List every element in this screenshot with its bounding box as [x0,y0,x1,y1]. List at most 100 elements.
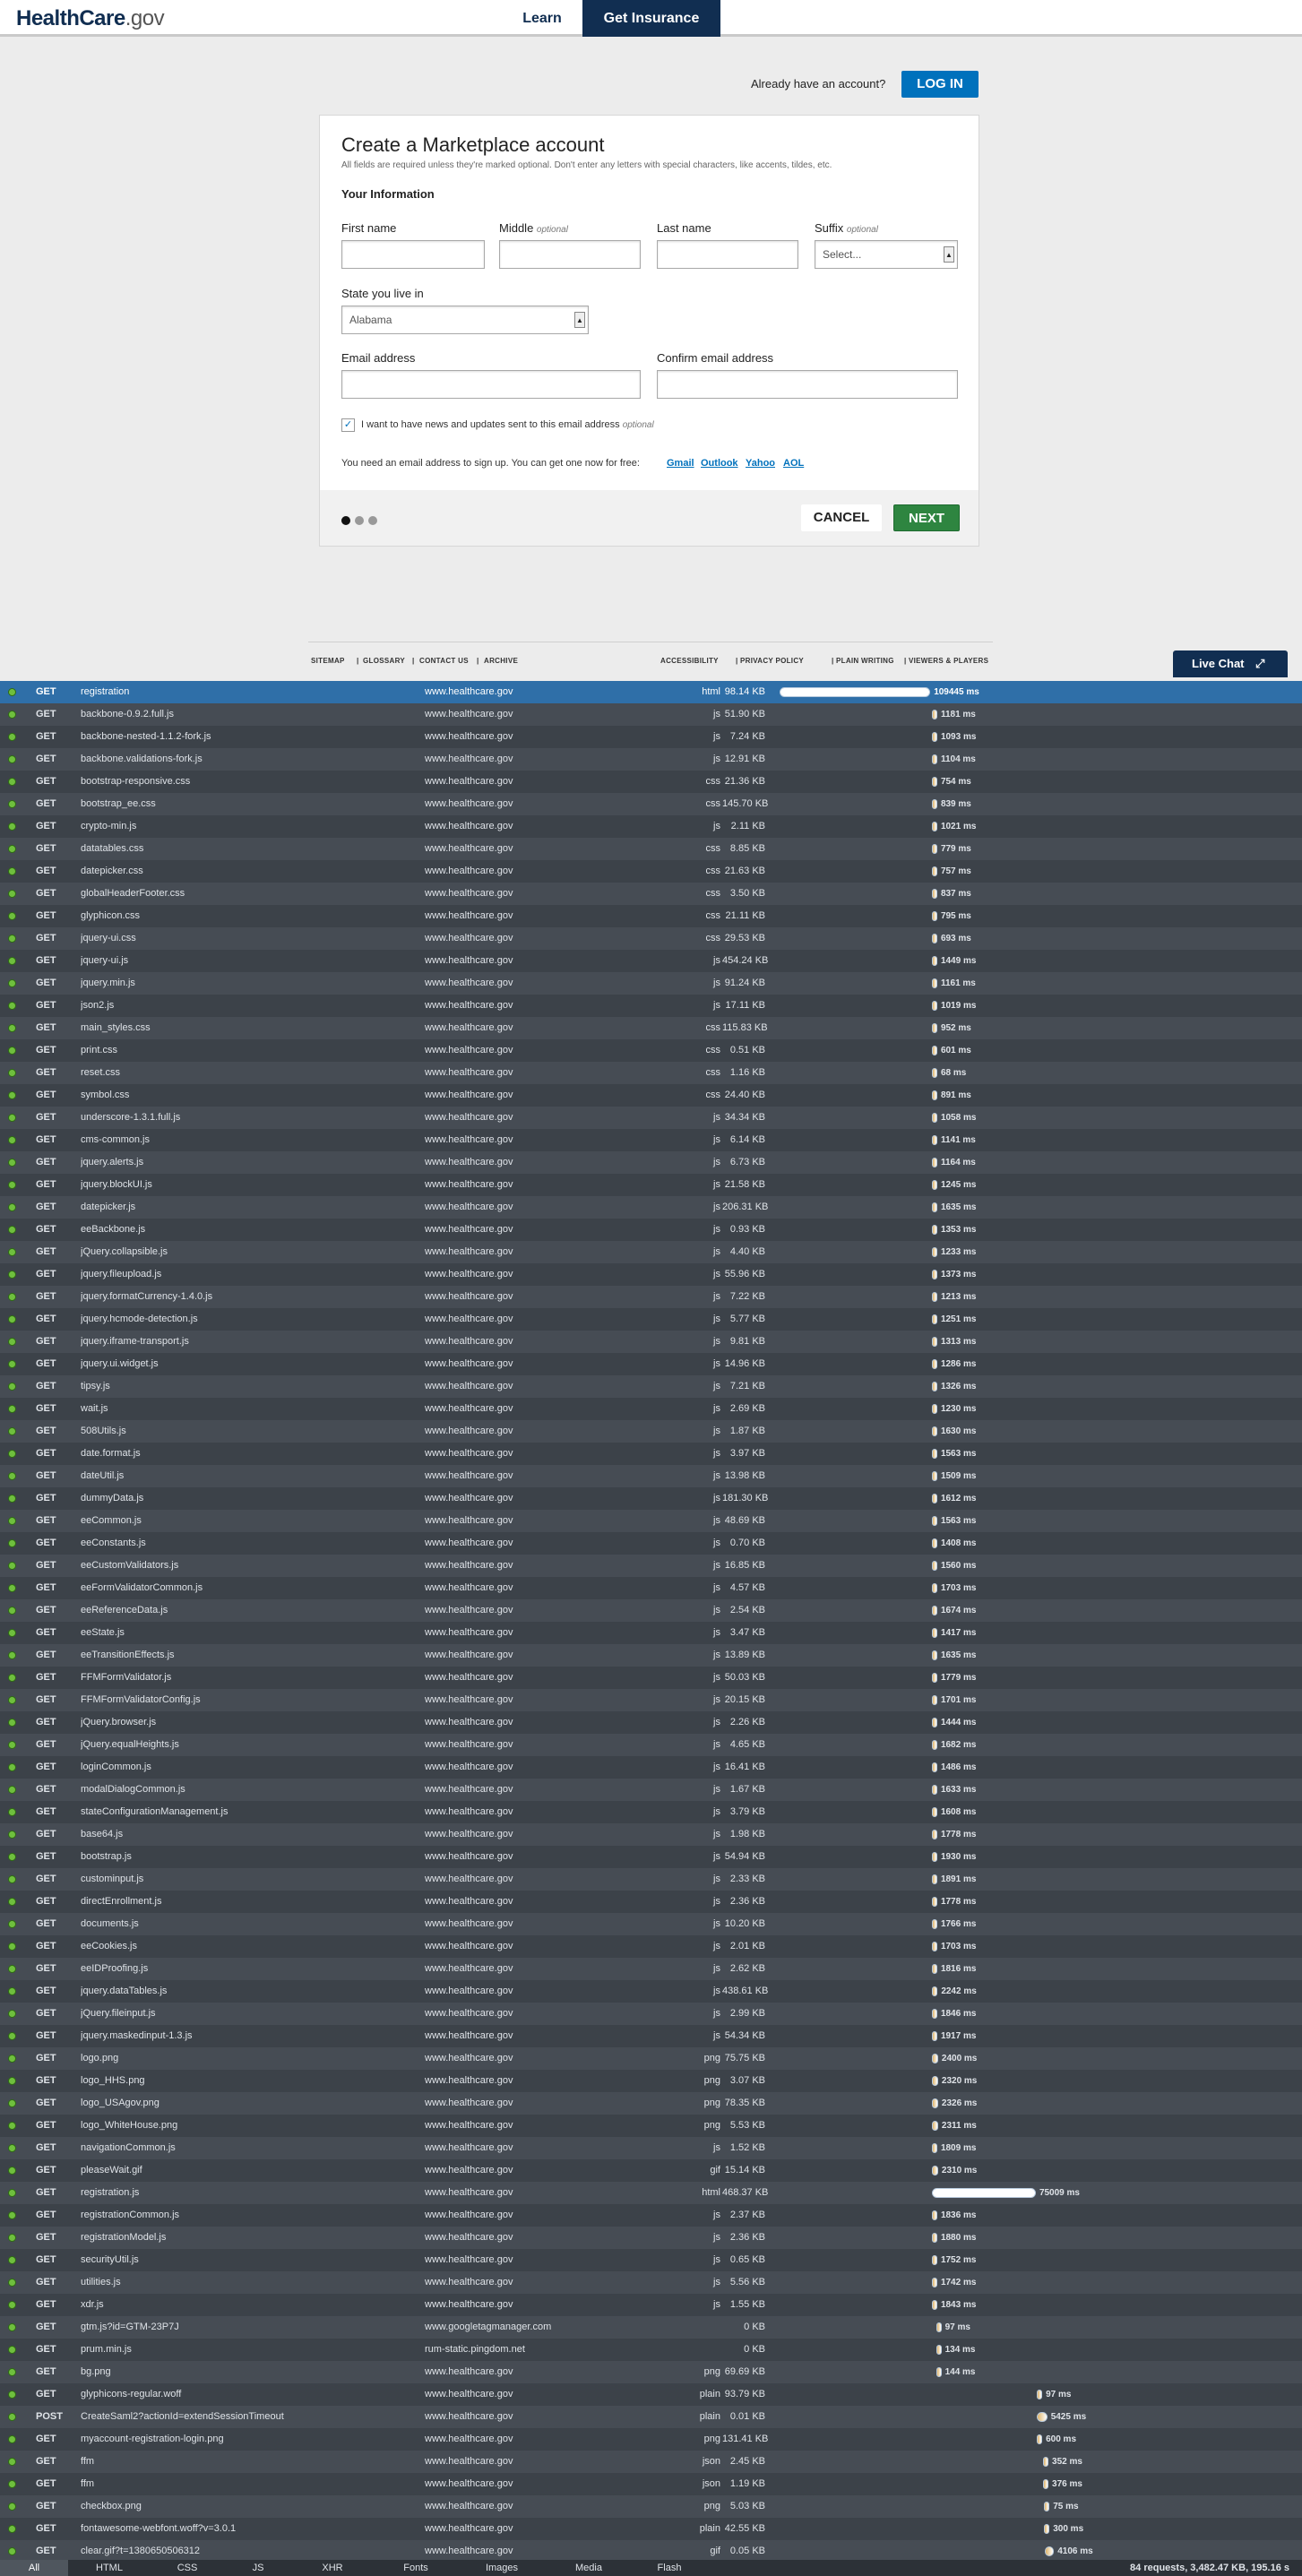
footer-link[interactable]: GLOSSARY [363,657,405,665]
request-file[interactable]: utilities.js [81,2271,412,2294]
footer-link[interactable]: PRIVACY POLICY [740,657,804,665]
network-row[interactable]: GET jquery-ui.js www.healthcare.gov js 454.2… [0,950,1302,972]
request-file[interactable]: jquery.fileupload.js [81,1263,412,1286]
network-row[interactable]: GET backbone-nested-1.1.2-fork.js www.heal… [0,726,1302,748]
request-file[interactable]: bg.png [81,2361,412,2383]
request-file[interactable]: 508Utils.js [81,1420,412,1443]
network-row[interactable]: GET 508Utils.js www.healthcare.gov js 1.87 K… [0,1420,1302,1443]
network-row[interactable]: GET dummyData.js www.healthcare.gov js 181.3… [0,1487,1302,1510]
network-row[interactable]: GET datatables.css www.healthcare.gov css 8.… [0,838,1302,860]
outlook-link[interactable]: Outlook [701,458,738,469]
request-file[interactable]: eeBackbone.js [81,1219,412,1241]
request-file[interactable]: bootstrap-responsive.css [81,771,412,793]
network-row[interactable]: GET datepicker.js www.healthcare.gov js 206.… [0,1196,1302,1219]
network-row[interactable]: GET securityUtil.js www.healthcare.gov js 0.… [0,2249,1302,2271]
network-row[interactable]: GET jquery.min.js www.healthcare.gov js 91.2… [0,972,1302,995]
request-file[interactable]: eeFormValidatorCommon.js [81,1577,412,1599]
request-file[interactable]: wait.js [81,1398,412,1420]
network-request-list[interactable]: GET registration www.healthcare.gov html 98.… [0,681,1302,2560]
network-row[interactable]: GET checkbox.png www.healthcare.gov png 5.03… [0,2495,1302,2518]
newsletter-checkbox[interactable]: ✓ [341,418,355,432]
request-file[interactable]: FFMFormValidator.js [81,1667,412,1689]
request-file[interactable]: CreateSaml2?actionId=extendSessionTimeou… [81,2406,412,2428]
first-name-input[interactable] [341,240,485,269]
request-file[interactable]: jquery.dataTables.js [81,1980,412,2003]
network-row[interactable]: GET xdr.js www.healthcare.gov js 1.55 KB 1843… [0,2294,1302,2316]
request-file[interactable]: registration.js [81,2182,412,2204]
network-row[interactable]: GET jquery.maskedinput-1.3.js www.healthca… [0,2025,1302,2047]
network-row[interactable]: GET json2.js www.healthcare.gov js 17.11 KB 1… [0,995,1302,1017]
request-file[interactable]: ffm [81,2473,412,2495]
network-row[interactable]: GET jquery-ui.css www.healthcare.gov css 29.… [0,927,1302,950]
request-file[interactable]: jquery-ui.css [81,927,412,950]
network-row[interactable]: GET pleaseWait.gif www.healthcare.gov gif 15… [0,2159,1302,2182]
request-file[interactable]: documents.js [81,1913,412,1935]
request-file[interactable]: myaccount-registration-login.png [81,2428,412,2451]
network-row[interactable]: GET registrationCommon.js www.healthcare.g… [0,2204,1302,2227]
request-file[interactable]: dummyData.js [81,1487,412,1510]
request-file[interactable]: ffm [81,2451,412,2473]
cancel-button[interactable]: CANCEL [801,504,882,531]
network-row[interactable]: GET prum.min.js rum-static.pingdom.net 0 KB… [0,2339,1302,2361]
request-file[interactable]: datatables.css [81,838,412,860]
network-row[interactable]: GET crypto-min.js www.healthcare.gov js 2.11… [0,815,1302,838]
network-row[interactable]: GET gtm.js?id=GTM-23P7J www.googletagmanag… [0,2316,1302,2339]
network-row[interactable]: GET eeCustomValidators.js www.healthcare.g… [0,1555,1302,1577]
network-row[interactable]: GET main_styles.css www.healthcare.gov css 1… [0,1017,1302,1039]
request-file[interactable]: eeCustomValidators.js [81,1555,412,1577]
request-file[interactable]: jquery.alerts.js [81,1151,412,1174]
network-row[interactable]: GET bootstrap-responsive.css www.healthcar… [0,771,1302,793]
request-file[interactable]: prum.min.js [81,2339,412,2361]
network-row[interactable]: GET loginCommon.js www.healthcare.gov js 16.… [0,1756,1302,1779]
filter-tab[interactable]: Fonts [373,2560,459,2576]
request-file[interactable]: FFMFormValidatorConfig.js [81,1689,412,1711]
state-select[interactable]: Alabama ▲ [341,306,589,334]
network-row[interactable]: GET jquery.blockUI.js www.healthcare.gov js… [0,1174,1302,1196]
login-button[interactable]: LOG IN [901,71,979,98]
network-row[interactable]: GET eeFormValidatorCommon.js www.healthcar… [0,1577,1302,1599]
network-row[interactable]: POST CreateSaml2?actionId=extendSessionTi… [0,2406,1302,2428]
network-row[interactable]: GET bootstrap.js www.healthcare.gov js 54.94… [0,1846,1302,1868]
network-row[interactable]: GET backbone.validations-fork.js www.healt… [0,748,1302,771]
request-file[interactable]: jQuery.equalHeights.js [81,1734,412,1756]
request-file[interactable]: json2.js [81,995,412,1017]
filter-tab[interactable]: Flash [633,2560,706,2576]
network-row[interactable]: GET datepicker.css www.healthcare.gov css 21… [0,860,1302,883]
live-chat-button[interactable]: Live Chat ⤢ [1173,650,1288,677]
yahoo-link[interactable]: Yahoo [746,458,775,469]
network-row[interactable]: GET eeConstants.js www.healthcare.gov js 0.7… [0,1532,1302,1555]
network-row[interactable]: GET eeIDProofing.js www.healthcare.gov js 2.… [0,1958,1302,1980]
request-file[interactable]: logo_WhiteHouse.png [81,2115,412,2137]
network-row[interactable]: GET glyphicon.css www.healthcare.gov css 21.… [0,905,1302,927]
network-row[interactable]: GET custominput.js www.healthcare.gov js 2.3… [0,1868,1302,1891]
network-row[interactable]: GET jQuery.fileinput.js www.healthcare.gov… [0,2003,1302,2025]
request-file[interactable]: eeIDProofing.js [81,1958,412,1980]
network-row[interactable]: GET logo_WhiteHouse.png www.healthcare.gov… [0,2115,1302,2137]
request-file[interactable]: directEnrollment.js [81,1891,412,1913]
network-row[interactable]: GET cms-common.js www.healthcare.gov js 6.14… [0,1129,1302,1151]
request-file[interactable]: bootstrap.js [81,1846,412,1868]
request-file[interactable]: custominput.js [81,1868,412,1891]
network-row[interactable]: GET jquery.formatCurrency-1.4.0.js www.hea… [0,1286,1302,1308]
network-row[interactable]: GET jquery.dataTables.js www.healthcare.go… [0,1980,1302,2003]
request-file[interactable]: logo.png [81,2047,412,2070]
network-row[interactable]: GET navigationCommon.js www.healthcare.gov… [0,2137,1302,2159]
request-file[interactable]: fontawesome-webfont.woff?v=3.0.1 [81,2518,412,2540]
network-row[interactable]: GET FFMFormValidator.js www.healthcare.gov… [0,1667,1302,1689]
request-file[interactable]: date.format.js [81,1443,412,1465]
request-file[interactable]: jquery.iframe-transport.js [81,1331,412,1353]
network-row[interactable]: GET utilities.js www.healthcare.gov js 5.56 … [0,2271,1302,2294]
aol-link[interactable]: AOL [783,458,804,469]
request-file[interactable]: jquery.maskedinput-1.3.js [81,2025,412,2047]
request-file[interactable]: datepicker.js [81,1196,412,1219]
request-file[interactable]: securityUtil.js [81,2249,412,2271]
network-row[interactable]: GET eeCommon.js www.healthcare.gov js 48.69 … [0,1510,1302,1532]
request-file[interactable]: jQuery.browser.js [81,1711,412,1734]
request-file[interactable]: jQuery.fileinput.js [81,2003,412,2025]
request-file[interactable]: eeTransitionEffects.js [81,1644,412,1667]
network-row[interactable]: GET dateUtil.js www.healthcare.gov js 13.98 … [0,1465,1302,1487]
network-row[interactable]: GET eeState.js www.healthcare.gov js 3.47 KB… [0,1622,1302,1644]
network-row[interactable]: GET registration www.healthcare.gov html 98.… [0,681,1302,703]
network-row[interactable]: GET jquery.fileupload.js www.healthcare.go… [0,1263,1302,1286]
request-file[interactable]: underscore-1.3.1.full.js [81,1107,412,1129]
